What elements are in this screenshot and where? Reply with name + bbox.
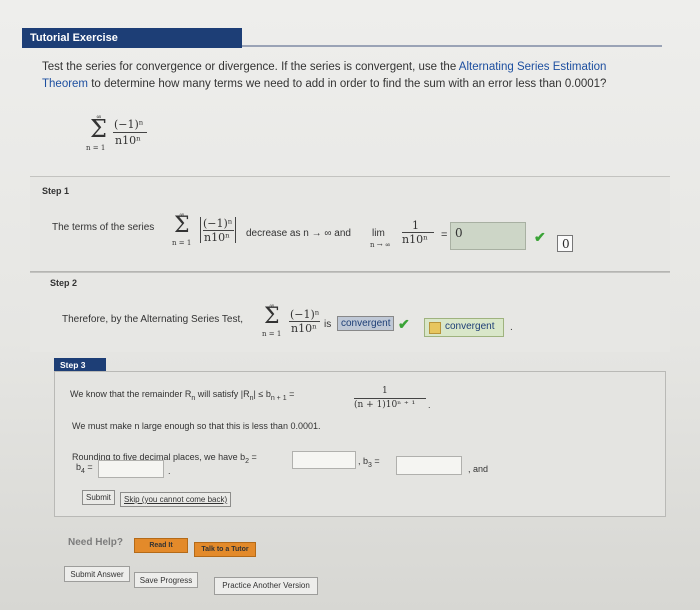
- and-text: , and: [468, 464, 489, 474]
- b4-period: .: [168, 466, 171, 476]
- practice-another-version-button[interactable]: Practice Another Version: [214, 577, 318, 595]
- remainder-fraction: 1 (n + 1)10ⁿ ⁺ ¹: [352, 386, 432, 414]
- step2-is-text: is: [324, 319, 332, 330]
- need-help-label: Need Help?: [68, 537, 124, 548]
- b3-label-text: , b: [358, 456, 369, 466]
- step1-series: ∞ Σ n = 1 (−1)ⁿ n10ⁿ: [172, 211, 242, 251]
- series-denominator: n10ⁿ: [204, 231, 230, 244]
- remainder-bound-text: | ≤ b: [253, 389, 271, 399]
- series-numerator: (−1)ⁿ: [203, 217, 233, 230]
- equals-sign: =: [441, 229, 448, 241]
- convergent-answer-text: convergent: [445, 321, 495, 332]
- tutorial-header: Tutorial Exercise: [22, 28, 242, 48]
- skip-button[interactable]: Skip (you cannot come back): [120, 492, 232, 507]
- limit-denominator: n10ⁿ: [402, 233, 428, 246]
- convergent-answer-box: convergent: [424, 318, 504, 337]
- b3-input[interactable]: [396, 456, 462, 475]
- remainder-text-middle: will satisfy |R: [195, 389, 250, 399]
- step2-panel: [30, 272, 670, 352]
- remainder-denominator: (n + 1)10ⁿ ⁺ ¹: [354, 400, 416, 410]
- sigma-symbol: Σ: [264, 304, 280, 329]
- series-denominator: n10ⁿ: [115, 134, 141, 147]
- problem-series: ∞ Σ n = 1 (−1)ⁿ n10ⁿ: [86, 113, 166, 158]
- limit-numerator: 1: [412, 219, 419, 232]
- step2-series: ∞ Σ n = 1 (−1)ⁿ n10ⁿ: [262, 302, 332, 342]
- remainder-period: .: [428, 400, 431, 410]
- step3-label: Step 3: [54, 358, 106, 371]
- series-numerator: (−1)ⁿ: [114, 118, 144, 131]
- bound-subscript: n + 1: [270, 394, 287, 402]
- correct-check-icon: ✔: [534, 229, 546, 245]
- step3-remainder-line: We know that the remainder Rn will satis…: [70, 389, 294, 402]
- b4-label: b4 =: [76, 462, 93, 475]
- b2-input[interactable]: [292, 451, 356, 469]
- sigma-symbol: Σ: [90, 115, 107, 143]
- b3-equals: =: [371, 456, 380, 466]
- b2-equals: =: [249, 452, 257, 462]
- step2-label: Step 2: [50, 278, 78, 288]
- answer-key-icon: [429, 322, 441, 334]
- fraction-bar: [354, 398, 426, 399]
- limit-subscript: n → ∞: [370, 241, 391, 249]
- step2-period: .: [510, 322, 513, 333]
- read-it-button[interactable]: Read It: [134, 538, 188, 553]
- correct-answer-box: 0: [557, 235, 573, 252]
- problem-statement: Test the series for convergence or diver…: [42, 59, 642, 93]
- limit-answer-field[interactable]: 0: [450, 222, 526, 250]
- sigma-symbol: Σ: [174, 213, 190, 238]
- convergent-selection[interactable]: convergent: [337, 316, 395, 331]
- remainder-equals: =: [286, 389, 295, 399]
- b3-label: , b3 =: [358, 456, 380, 469]
- problem-text-after: to determine how many terms we need to a…: [88, 78, 607, 90]
- submit-answer-button[interactable]: Submit Answer: [64, 566, 130, 582]
- b4-input[interactable]: [98, 460, 164, 478]
- fraction-bar: [113, 132, 147, 133]
- limit-expression: lim n → ∞ 1 n10ⁿ: [370, 219, 440, 251]
- limit-word: lim: [372, 228, 385, 239]
- b4-equals: =: [84, 462, 93, 472]
- step1-text-middle: decrease as n → ∞ and: [246, 228, 351, 239]
- step2-text-prefix: Therefore, by the Alternating Series Tes…: [62, 314, 244, 325]
- step1-text-prefix: The terms of the series: [52, 222, 155, 233]
- remainder-text-prefix: We know that the remainder R: [70, 389, 192, 399]
- correct-check-icon: ✔: [398, 316, 410, 332]
- remainder-numerator: 1: [382, 386, 388, 396]
- series-numerator: (−1)ⁿ: [290, 308, 320, 321]
- save-progress-button[interactable]: Save Progress: [134, 572, 198, 588]
- series-denominator: n10ⁿ: [291, 322, 317, 335]
- talk-to-tutor-button[interactable]: Talk to a Tutor: [194, 542, 256, 557]
- header-divider: [242, 45, 662, 47]
- step3-make-n-large-text: We must make n large enough so that this…: [72, 421, 321, 431]
- problem-text-before: Test the series for convergence or diver…: [42, 61, 459, 73]
- step1-label: Step 1: [42, 186, 70, 196]
- step3-submit-button[interactable]: Submit: [82, 490, 115, 505]
